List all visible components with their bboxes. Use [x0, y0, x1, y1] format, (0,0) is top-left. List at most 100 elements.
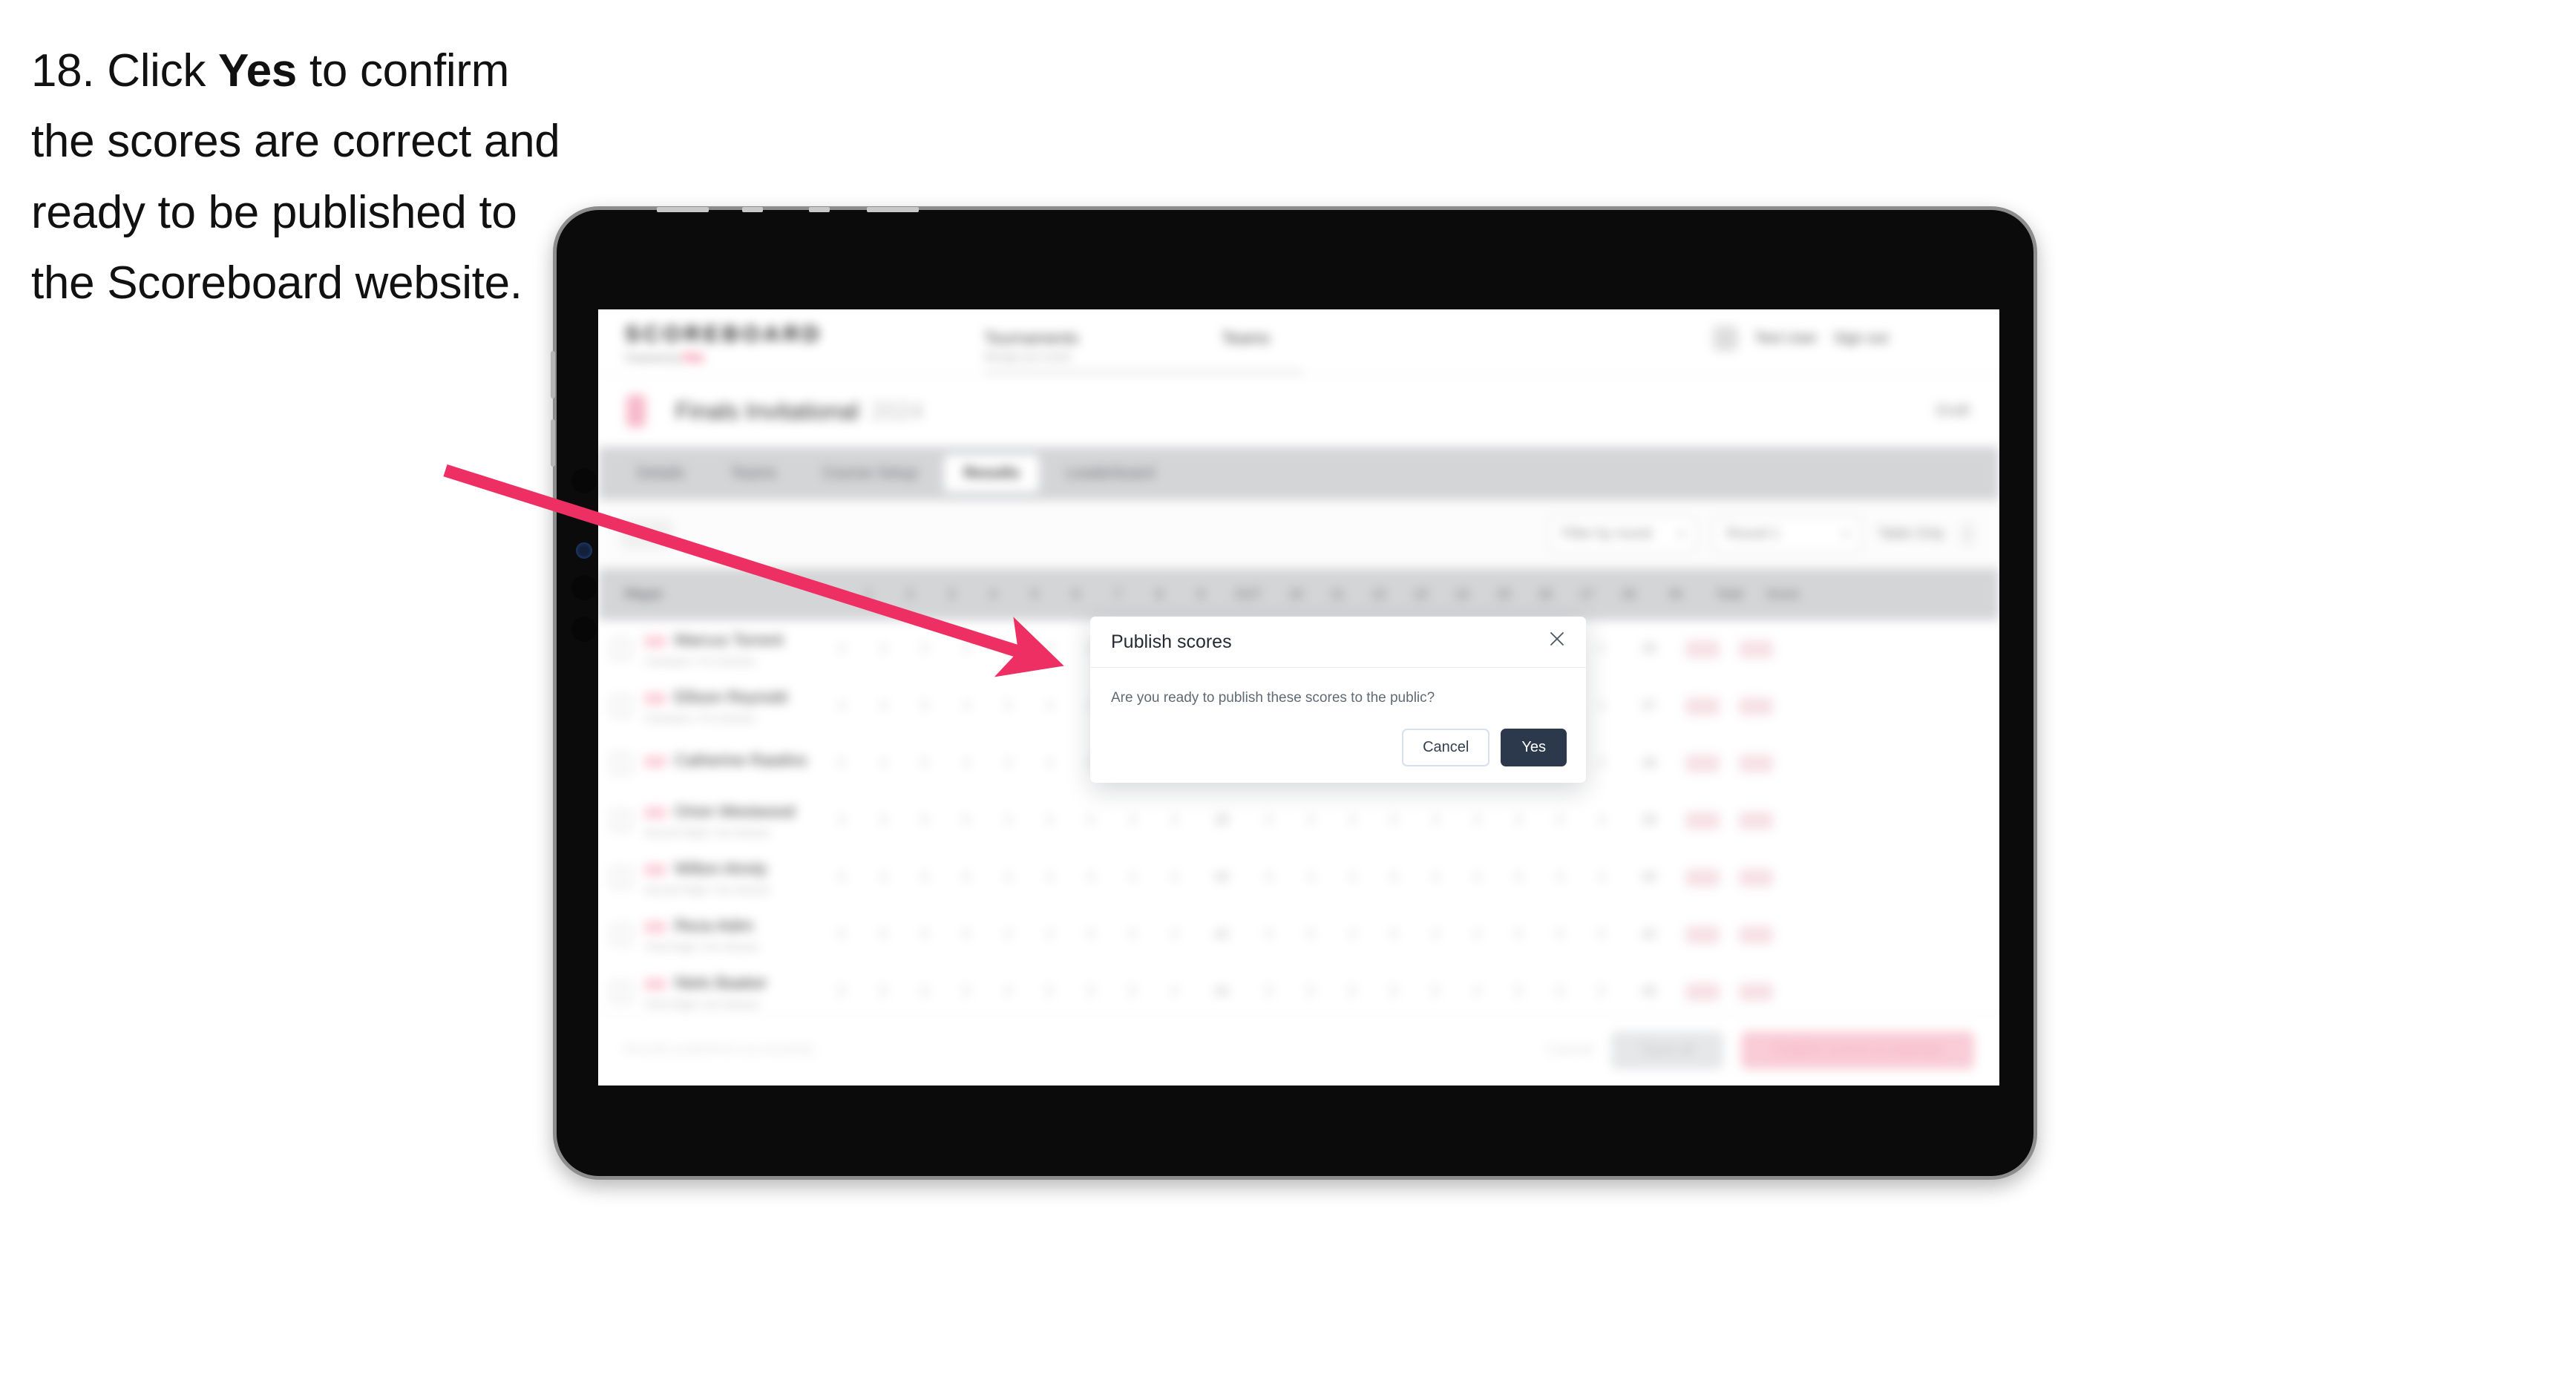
hole-score[interactable]: 4 — [1153, 812, 1195, 828]
hole-score[interactable]: 4 — [987, 870, 1029, 885]
hole-score[interactable]: 5 — [1070, 984, 1112, 999]
hole-score[interactable]: 5 — [1029, 984, 1070, 999]
hole-score[interactable]: 4 — [1581, 812, 1622, 828]
hole-score[interactable]: 5 — [904, 641, 945, 657]
hole-score[interactable]: 5 — [1331, 984, 1373, 999]
hole-score[interactable]: 4 — [862, 812, 904, 828]
hole-score[interactable]: 4 — [945, 698, 987, 714]
table-row[interactable]: Reza Adim Third Flight / Am Division 5 5 5 5 4… — [598, 906, 1999, 964]
hole-score[interactable]: 4 — [1029, 927, 1070, 942]
search-input[interactable] — [620, 519, 672, 549]
hole-score[interactable]: 5 — [1373, 984, 1415, 999]
hole-score[interactable]: 5 — [821, 755, 862, 771]
hole-score[interactable]: 5 — [821, 870, 862, 885]
hole-score[interactable]: 3 — [862, 641, 904, 657]
round-filter-select[interactable]: Filter by round ▾ — [1548, 516, 1697, 553]
hole-score[interactable]: 4 — [1456, 870, 1498, 885]
brand-logo[interactable]: SCOREBOARD Powered by PSA — [625, 322, 823, 364]
hole-score[interactable]: 5 — [1248, 984, 1290, 999]
hole-score[interactable]: 5 — [1248, 812, 1290, 828]
hole-score[interactable]: 5 — [1070, 812, 1112, 828]
hole-score[interactable]: 4 — [821, 641, 862, 657]
hole-score[interactable]: 4 — [1456, 927, 1498, 942]
hole-score[interactable]: 4 — [1331, 927, 1373, 942]
hole-score[interactable]: 4 — [1153, 984, 1195, 999]
hole-score[interactable]: 5 — [1290, 984, 1331, 999]
save-all-button[interactable]: Save all — [1611, 1031, 1724, 1069]
tab-details[interactable]: Details — [617, 455, 704, 492]
hole-score[interactable]: 5 — [945, 984, 987, 999]
hole-score[interactable]: 6 — [1539, 984, 1581, 999]
volume-down-button[interactable] — [551, 419, 555, 467]
hole-score[interactable]: 3 — [987, 641, 1029, 657]
hole-score[interactable]: 4 — [1290, 812, 1331, 828]
hole-score[interactable]: 4 — [1456, 984, 1498, 999]
hole-score[interactable]: 4 — [987, 927, 1029, 942]
hole-score[interactable]: 5 — [1373, 812, 1415, 828]
row-checkbox[interactable] — [598, 694, 644, 717]
hole-score[interactable]: 4 — [1029, 812, 1070, 828]
row-checkbox[interactable] — [598, 866, 644, 889]
hole-score[interactable]: 4 — [1029, 755, 1070, 771]
hole-score[interactable]: 5 — [945, 927, 987, 942]
hole-score[interactable]: 5 — [904, 927, 945, 942]
hole-score[interactable]: 4 — [1456, 812, 1498, 828]
table-row[interactable]: Wilton Ainsly Second Flight / Am Division… — [598, 849, 1999, 907]
hole-score[interactable]: 5 — [1539, 927, 1581, 942]
hole-score[interactable]: 4 — [862, 698, 904, 714]
hole-score[interactable]: 4 — [1415, 927, 1456, 942]
hole-score[interactable]: 5 — [862, 984, 904, 999]
hole-score[interactable]: 5 — [1498, 927, 1539, 942]
hole-score[interactable]: 5 — [1248, 927, 1290, 942]
hole-score[interactable]: 4 — [1029, 698, 1070, 714]
hole-score[interactable]: 4 — [1290, 870, 1331, 885]
hole-score[interactable]: 4 — [945, 755, 987, 771]
hole-score[interactable]: 5 — [1498, 984, 1539, 999]
hole-score[interactable]: 5 — [904, 812, 945, 828]
hole-score[interactable]: 4 — [945, 641, 987, 657]
hole-score[interactable]: 4 — [1415, 870, 1456, 885]
hole-score[interactable]: 5 — [945, 870, 987, 885]
volume-up-button[interactable] — [551, 351, 555, 398]
round-select[interactable]: Round 1 ▾ — [1713, 516, 1862, 553]
publish-scores-button[interactable]: Publish scores to website — [1741, 1031, 1974, 1069]
hole-score[interactable]: 5 — [1290, 927, 1331, 942]
sign-out-link[interactable]: Sign out — [1834, 330, 1888, 347]
hole-score[interactable]: 4 — [1581, 755, 1622, 771]
hole-score[interactable]: 5 — [1070, 927, 1112, 942]
hole-score[interactable]: 5 — [1539, 812, 1581, 828]
hole-score[interactable]: 5 — [1581, 984, 1622, 999]
hole-score[interactable]: 4 — [1415, 812, 1456, 828]
row-checkbox[interactable] — [598, 637, 644, 660]
hole-score[interactable]: 4 — [1029, 641, 1070, 657]
hole-score[interactable]: 4 — [1029, 870, 1070, 885]
hole-score[interactable]: 5 — [1373, 927, 1415, 942]
hole-score[interactable]: 4 — [1331, 870, 1373, 885]
tab-results[interactable]: Results — [944, 455, 1040, 492]
hole-score[interactable]: 4 — [1581, 870, 1622, 885]
hole-score[interactable]: 4 — [821, 698, 862, 714]
table-row[interactable]: Orion Westwood Second Flight / Am Divisio… — [598, 792, 1999, 850]
footer-cancel-link[interactable]: Cancel — [1547, 1042, 1593, 1059]
cancel-button[interactable]: Cancel — [1402, 729, 1490, 766]
hole-score[interactable]: 5 — [1539, 870, 1581, 885]
hole-score[interactable]: 5 — [862, 927, 904, 942]
hole-score[interactable]: 4 — [821, 812, 862, 828]
hole-score[interactable]: 3 — [987, 812, 1029, 828]
hole-score[interactable]: 4 — [1581, 698, 1622, 714]
close-icon[interactable] — [1546, 628, 1568, 650]
tab-leaderboard[interactable]: Leaderboard — [1046, 455, 1173, 492]
hole-score[interactable]: 5 — [1112, 984, 1153, 999]
hole-score[interactable]: 4 — [1153, 927, 1195, 942]
hole-score[interactable]: 4 — [1112, 812, 1153, 828]
hole-score[interactable]: 4 — [1331, 812, 1373, 828]
hole-score[interactable]: 5 — [904, 870, 945, 885]
yes-button[interactable]: Yes — [1501, 729, 1567, 766]
avatar[interactable] — [1713, 326, 1739, 351]
tab-teams[interactable]: Teams — [711, 455, 796, 492]
nav-tournaments[interactable]: Tournaments — [984, 329, 1078, 348]
hole-score[interactable]: 5 — [1415, 984, 1456, 999]
row-checkbox[interactable] — [598, 980, 644, 1003]
hole-score[interactable]: 5 — [1498, 870, 1539, 885]
row-checkbox[interactable] — [598, 923, 644, 946]
